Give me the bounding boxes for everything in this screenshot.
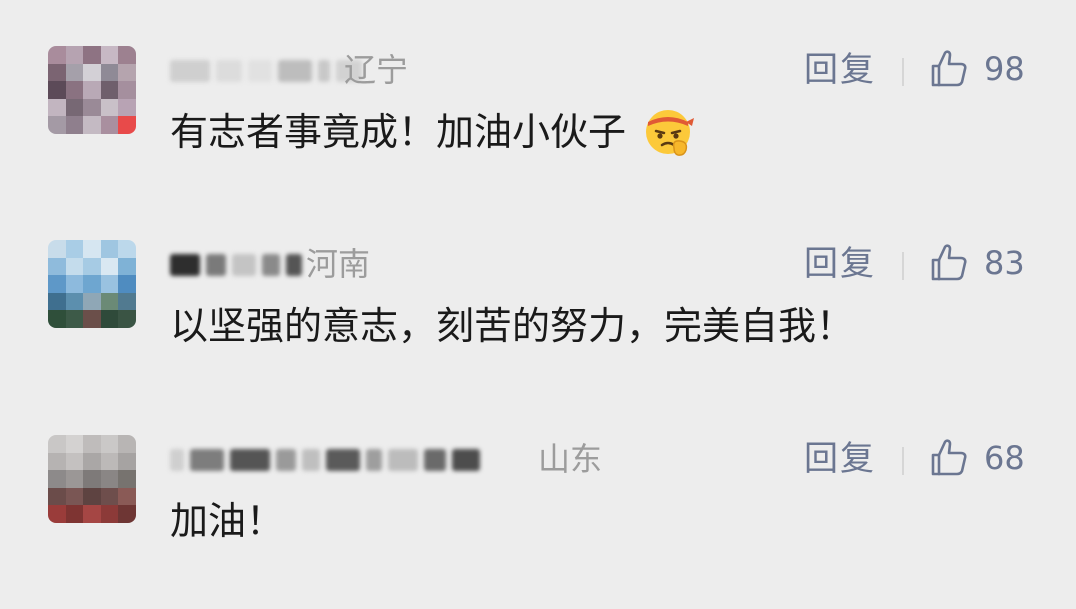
thumbs-up-icon [931,50,967,87]
like-button[interactable]: 68 [928,435,1025,481]
avatar[interactable] [48,46,136,134]
reply-button[interactable]: 回复 [804,437,876,481]
reply-button[interactable]: 回复 [804,48,876,92]
region-label: 辽宁 [344,51,409,89]
comment-item: 辽宁 回复 98 有志者事竟成！加油小伙子 [0,46,1076,176]
divider [902,447,904,475]
like-count: 98 [984,50,1025,88]
like-button[interactable]: 98 [928,46,1025,92]
region-label: 河南 [306,245,371,283]
comment-text: 加油！ [170,499,285,543]
comment-text: 有志者事竟成！加油小伙子 [170,104,696,160]
like-count: 83 [984,244,1025,282]
comment-item: 河南 回复 83 以坚强的意志，刻苦的努力，完美自我！ [0,240,1076,370]
comment-text: 以坚强的意志，刻苦的努力，完美自我！ [170,304,855,348]
username-blurred[interactable] [170,443,480,477]
divider [902,252,904,280]
comment-item: 山东 回复 68 加油！ [0,435,1076,565]
like-count: 68 [984,439,1025,477]
thumbs-up-icon [931,244,967,281]
divider [902,58,904,86]
like-button[interactable]: 83 [928,240,1025,286]
reply-button[interactable]: 回复 [804,242,876,286]
username-blurred[interactable] [170,54,362,88]
avatar[interactable] [48,240,136,328]
determined-face-with-headband-emoji [646,109,695,156]
thumbs-up-icon [931,439,967,476]
username-blurred[interactable] [170,248,302,282]
avatar[interactable] [48,435,136,523]
region-label: 山东 [538,440,603,478]
